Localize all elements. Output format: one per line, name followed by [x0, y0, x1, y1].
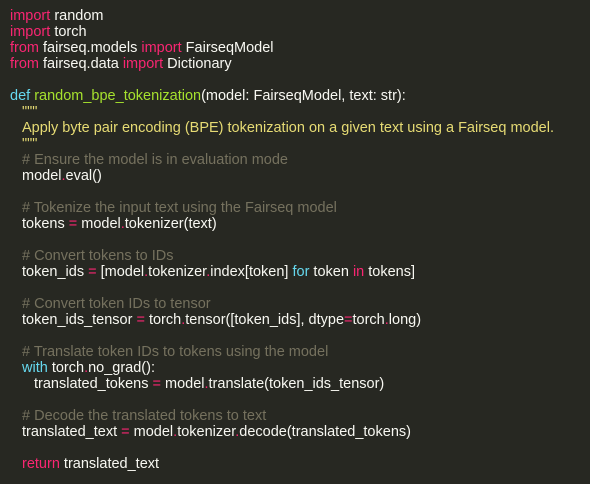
- code-token: =: [88, 264, 97, 280]
- code-token: decode(translated_tokens): [239, 424, 411, 440]
- code-token: # Translate token IDs to tokens using th…: [22, 344, 329, 360]
- code-line: from fairseq.models import FairseqModel: [10, 40, 590, 56]
- code-token: return: [22, 456, 60, 472]
- code-token: long): [388, 312, 422, 328]
- code-line: """: [10, 104, 590, 120]
- code-editor[interactable]: import random import torch from fairseq.mo…: [0, 0, 590, 484]
- code-token: translated_text: [59, 456, 160, 472]
- code-token: def: [10, 88, 31, 104]
- code-line: # Convert tokens to IDs: [10, 248, 590, 264]
- code-token: tokenizer: [177, 424, 236, 440]
- code-line: # Decode the translated tokens to text: [10, 408, 590, 424]
- code-token: """: [22, 136, 38, 152]
- code-token: (model: FairseqModel, text: str):: [201, 88, 406, 104]
- code-line: # Convert token IDs to tensor: [10, 296, 590, 312]
- code-token: torch: [352, 312, 385, 328]
- code-line: import random: [10, 8, 590, 24]
- code-token: torch: [144, 312, 182, 328]
- code-line: return translated_text: [10, 456, 590, 472]
- code-line: # Tokenize the input text using the Fair…: [10, 200, 590, 216]
- code-line: token_ids = [model.tokenizer.index[token…: [10, 264, 590, 280]
- code-token: model: [160, 376, 205, 392]
- code-token: =: [121, 424, 130, 440]
- code-token: with: [22, 360, 48, 376]
- code-line: translated_text = model.tokenizer.decode…: [10, 424, 590, 440]
- code-line: tokens = model.tokenizer(text): [10, 216, 590, 232]
- code-token: =: [68, 216, 78, 232]
- code-token: torch: [47, 360, 85, 376]
- code-line: # Ensure the model is in evaluation mode: [10, 152, 590, 168]
- code-token: # Ensure the model is in evaluation mode: [22, 152, 288, 168]
- code-line: with torch.no_grad():: [10, 360, 590, 376]
- code-token: eval(): [65, 168, 102, 184]
- code-token: tokens]: [364, 264, 416, 280]
- code-token: # Convert token IDs to tensor: [22, 296, 211, 312]
- code-token: random_bpe_tokenization: [34, 88, 202, 104]
- code-line: token_ids_tensor = torch.tensor([token_i…: [10, 312, 590, 328]
- code-token: from: [10, 56, 39, 72]
- code-token: # Tokenize the input text using the Fair…: [22, 200, 337, 216]
- code-token: """: [22, 104, 38, 120]
- code-line: translated_tokens = model.translate(toke…: [10, 376, 590, 392]
- code-token: # Convert tokens to IDs: [22, 248, 174, 264]
- code-token: import: [10, 24, 51, 40]
- code-token: no_grad():: [88, 360, 155, 376]
- code-line: import torch: [10, 24, 590, 40]
- code-token: index[token]: [210, 264, 293, 280]
- code-token: fairseq.models: [39, 40, 142, 56]
- code-token: translate(token_ids_tensor): [208, 376, 385, 392]
- code-token: model: [22, 168, 62, 184]
- code-token: torch: [50, 24, 87, 40]
- code-token: import: [141, 40, 182, 56]
- code-token: for: [292, 264, 310, 280]
- code-token: tokenizer: [148, 264, 207, 280]
- code-token: Dictionary: [163, 56, 232, 72]
- code-token: translated_text: [22, 424, 122, 440]
- code-token: model: [129, 424, 174, 440]
- code-token: =: [152, 376, 161, 392]
- code-token: # Decode the translated tokens to text: [22, 408, 267, 424]
- code-line: # Translate token IDs to tokens using th…: [10, 344, 590, 360]
- code-token: tensor([token_ids], dtype: [185, 312, 345, 328]
- code-line: Apply byte pair encoding (BPE) tokenizat…: [10, 120, 590, 136]
- code-token: import: [10, 8, 51, 24]
- code-token: model: [77, 216, 121, 232]
- code-token: token_ids_tensor: [22, 312, 137, 328]
- code-token: in: [352, 264, 365, 280]
- code-token: FairseqModel: [181, 40, 274, 56]
- code-token: Apply byte pair encoding (BPE) tokenizat…: [22, 120, 554, 136]
- code-token: [model: [96, 264, 145, 280]
- code-token: token_ids: [22, 264, 89, 280]
- code-line: def random_bpe_tokenization(model: Fairs…: [10, 88, 590, 104]
- code-token: =: [136, 312, 145, 328]
- code-token: random: [50, 8, 104, 24]
- code-token: import: [122, 56, 164, 72]
- code-line: from fairseq.data import Dictionary: [10, 56, 590, 72]
- code-token: token: [309, 264, 353, 280]
- code-token: fairseq.data: [39, 56, 123, 72]
- code-line: """: [10, 136, 590, 152]
- code-token: tokenizer(text): [124, 216, 217, 232]
- code-token: translated_tokens: [34, 376, 153, 392]
- code-token: tokens: [22, 216, 69, 232]
- code-line: model.eval(): [10, 168, 590, 184]
- code-token: =: [344, 312, 353, 328]
- code-token: from: [10, 40, 39, 56]
